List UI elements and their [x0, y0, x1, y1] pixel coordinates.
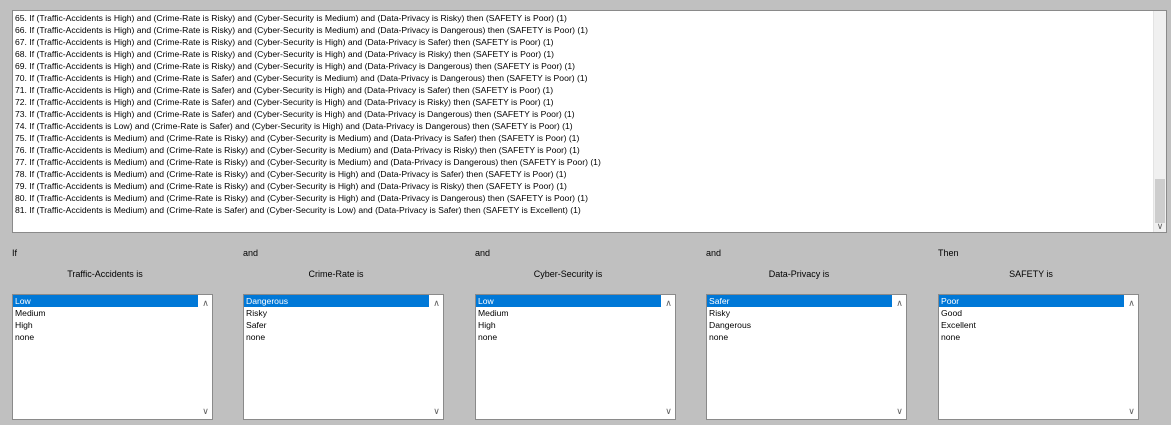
listbox-option[interactable]: Medium — [13, 307, 198, 319]
rule-item[interactable]: 73. If (Traffic-Accidents is High) and (… — [15, 108, 1152, 120]
panel-variable-label: SAFETY is — [1009, 269, 1053, 279]
listbox-option[interactable]: High — [13, 319, 198, 331]
panel-conjunction: Then — [938, 248, 959, 258]
chevron-up-icon[interactable]: ∧ — [199, 297, 212, 309]
listbox-option[interactable]: Excellent — [939, 319, 1124, 331]
rule-item[interactable]: 68. If (Traffic-Accidents is High) and (… — [15, 48, 1152, 60]
listbox-option[interactable]: High — [476, 319, 661, 331]
listbox-scrollbar[interactable]: ∧ ∨ — [430, 295, 443, 419]
listbox-option[interactable]: Dangerous — [707, 319, 892, 331]
listbox-option[interactable]: Medium — [476, 307, 661, 319]
chevron-down-icon[interactable]: ∨ — [662, 405, 675, 417]
chevron-down-icon[interactable]: ∨ — [893, 405, 906, 417]
rule-item[interactable]: 80. If (Traffic-Accidents is Medium) and… — [15, 192, 1152, 204]
rule-item[interactable]: 81. If (Traffic-Accidents is Medium) and… — [15, 204, 1152, 216]
listbox-option[interactable]: none — [476, 331, 661, 343]
listbox-scrollbar[interactable]: ∧ ∨ — [893, 295, 906, 419]
rule-item[interactable]: 66. If (Traffic-Accidents is High) and (… — [15, 24, 1152, 36]
listbox-option[interactable]: Risky — [244, 307, 429, 319]
rule-item[interactable]: 74. If (Traffic-Accidents is Low) and (C… — [15, 120, 1152, 132]
panel-conjunction: If — [12, 248, 18, 258]
panel-listbox[interactable]: Low Medium High none ∧ ∨ — [475, 294, 676, 420]
chevron-up-icon[interactable]: ∧ — [430, 297, 443, 309]
panel-conjunction: and — [475, 248, 491, 258]
panel-listbox[interactable]: Poor Good Excellent none ∧ ∨ — [938, 294, 1139, 420]
listbox-option[interactable]: Poor — [939, 295, 1124, 307]
listbox-option[interactable]: none — [707, 331, 892, 343]
listbox-scrollbar[interactable]: ∧ ∨ — [662, 295, 675, 419]
listbox-option[interactable]: none — [244, 331, 429, 343]
rule-item[interactable]: 67. If (Traffic-Accidents is High) and (… — [15, 36, 1152, 48]
chevron-down-icon[interactable]: ∨ — [1125, 405, 1138, 417]
panel-variable-label: Data-Privacy is — [768, 269, 830, 279]
listbox-option[interactable]: none — [939, 331, 1124, 343]
listbox-option[interactable]: Low — [476, 295, 661, 307]
rule-item[interactable]: 76. If (Traffic-Accidents is Medium) and… — [15, 144, 1152, 156]
panel-conjunction: and — [243, 248, 259, 258]
panel-conjunction: and — [706, 248, 722, 258]
listbox-scrollbar[interactable]: ∧ ∨ — [199, 295, 212, 419]
panel-5: Then SAFETY is Poor Good Excellent none ∧ ∨ — [938, 244, 1148, 422]
listbox-option[interactable]: Safer — [244, 319, 429, 331]
rule-item[interactable]: 78. If (Traffic-Accidents is Medium) and… — [15, 168, 1152, 180]
listbox-option[interactable]: Good — [939, 307, 1124, 319]
listbox-option[interactable]: Low — [13, 295, 198, 307]
listbox-scrollbar[interactable]: ∧ ∨ — [1125, 295, 1138, 419]
chevron-up-icon[interactable]: ∧ — [662, 297, 675, 309]
listbox-option[interactable]: Safer — [707, 295, 892, 307]
panel-variable-label: Traffic-Accidents is — [67, 269, 143, 279]
rules-list-box[interactable]: 65. If (Traffic-Accidents is High) and (… — [12, 10, 1167, 233]
listbox-option[interactable]: none — [13, 331, 198, 343]
panel-variable-label: Crime-Rate is — [308, 269, 364, 279]
panel-3: and Cyber-Security is Low Medium High none ∧ ∨ — [475, 244, 685, 422]
rule-item[interactable]: 77. If (Traffic-Accidents is Medium) and… — [15, 156, 1152, 168]
panel-2: and Crime-Rate is Dangerous Risky Safer none ∧… — [243, 244, 453, 422]
rule-item[interactable]: 72. If (Traffic-Accidents is High) and (… — [15, 96, 1152, 108]
rules-scrollbar[interactable]: ∨ — [1153, 11, 1166, 232]
panel-variable-label: Cyber-Security is — [533, 269, 603, 279]
panel-listbox[interactable]: Low Medium High none ∧ ∨ — [12, 294, 213, 420]
panel-4: and Data-Privacy is Safer Risky Dangerous non… — [706, 244, 916, 422]
panel-1: If Traffic-Accidents is Low Medium High none ∧… — [12, 244, 222, 422]
chevron-down-icon[interactable]: ∨ — [199, 405, 212, 417]
rule-item[interactable]: 69. If (Traffic-Accidents is High) and (… — [15, 60, 1152, 72]
rule-item[interactable]: 70. If (Traffic-Accidents is High) and (… — [15, 72, 1152, 84]
rules-scrollbar-thumb[interactable] — [1155, 179, 1165, 223]
panel-listbox[interactable]: Safer Risky Dangerous none ∧ ∨ — [706, 294, 907, 420]
listbox-option[interactable]: Dangerous — [244, 295, 429, 307]
rule-item[interactable]: 79. If (Traffic-Accidents is Medium) and… — [15, 180, 1152, 192]
chevron-up-icon[interactable]: ∧ — [1125, 297, 1138, 309]
rule-item[interactable]: 65. If (Traffic-Accidents is High) and (… — [15, 12, 1152, 24]
rule-item[interactable]: 71. If (Traffic-Accidents is High) and (… — [15, 84, 1152, 96]
rules-list: 65. If (Traffic-Accidents is High) and (… — [15, 12, 1152, 216]
chevron-down-icon[interactable]: ∨ — [1154, 220, 1166, 232]
panel-listbox[interactable]: Dangerous Risky Safer none ∧ ∨ — [243, 294, 444, 420]
listbox-option[interactable]: Risky — [707, 307, 892, 319]
rule-item[interactable]: 75. If (Traffic-Accidents is Medium) and… — [15, 132, 1152, 144]
chevron-up-icon[interactable]: ∧ — [893, 297, 906, 309]
chevron-down-icon[interactable]: ∨ — [430, 405, 443, 417]
